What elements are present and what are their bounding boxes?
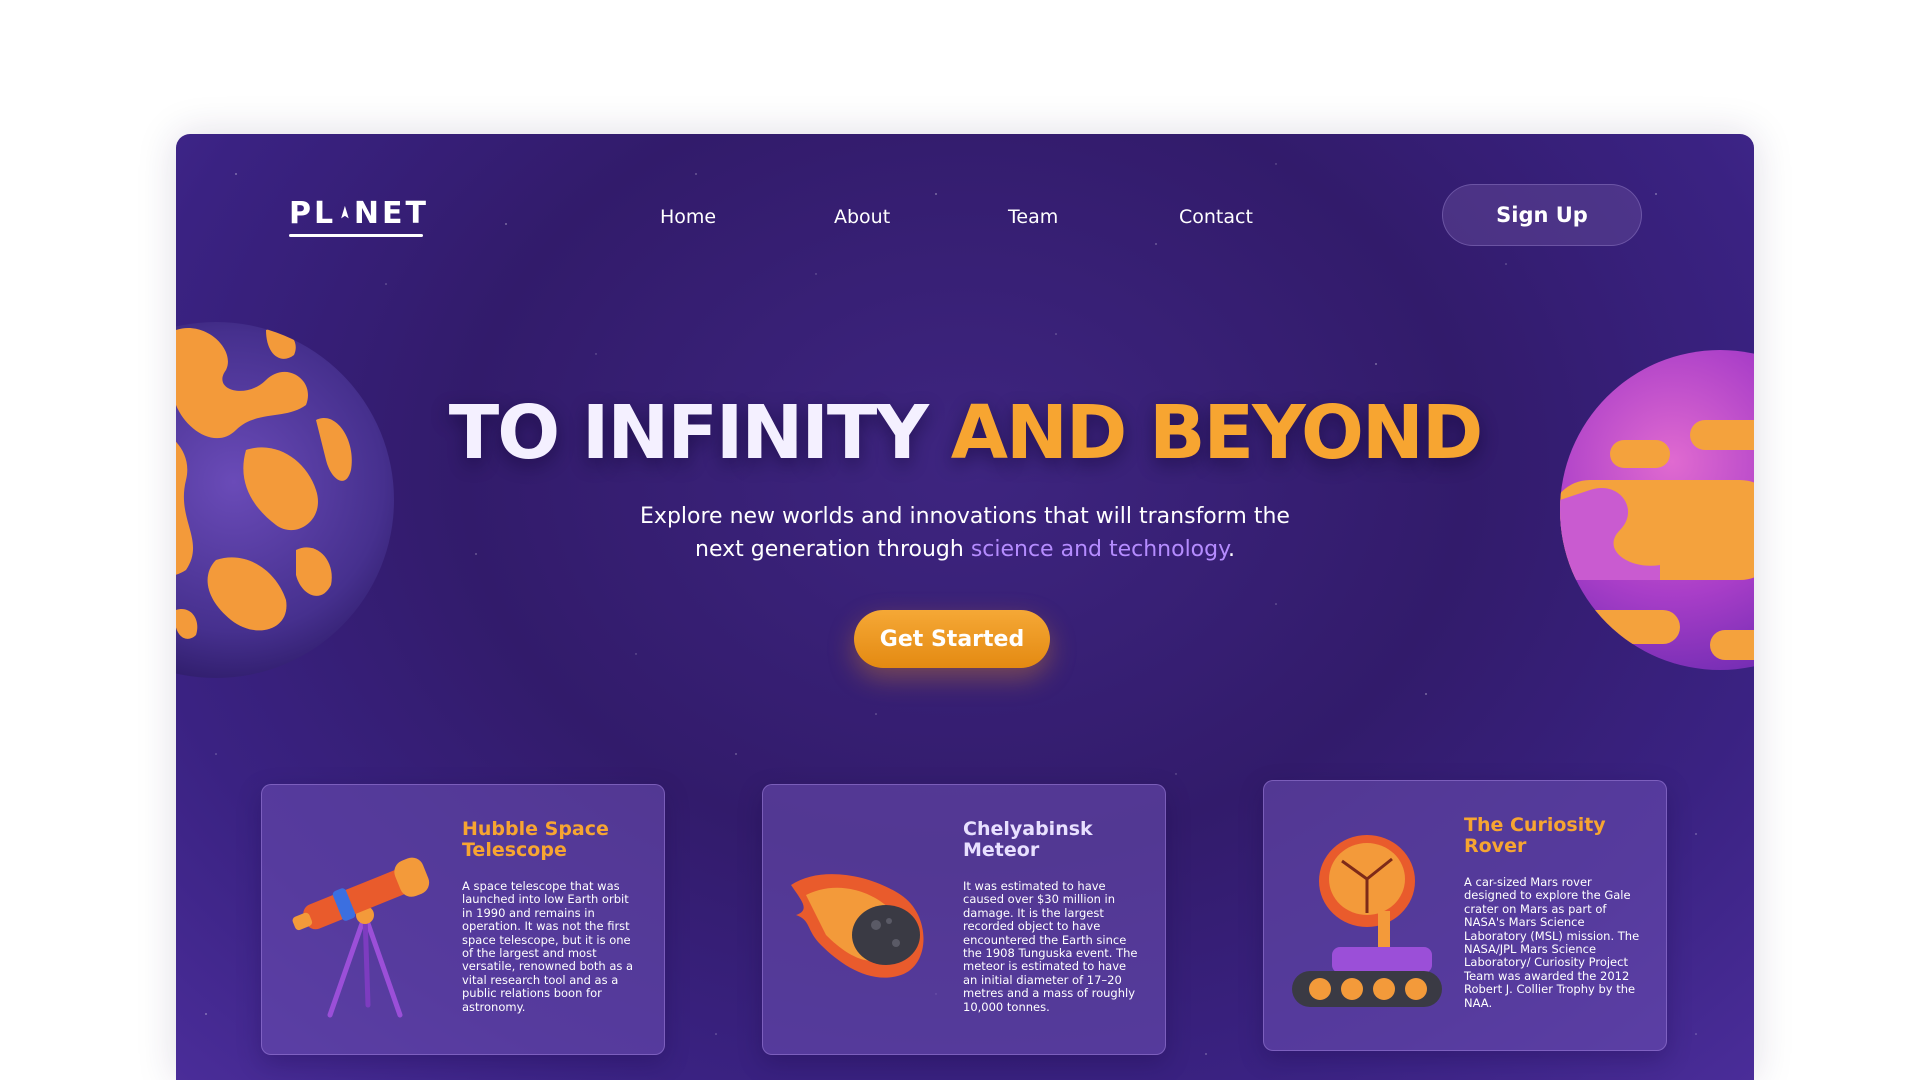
rocket-icon xyxy=(341,205,349,219)
nav-contact[interactable]: Contact xyxy=(1179,206,1253,228)
sign-up-button[interactable]: Sign Up xyxy=(1442,184,1642,246)
logo-text-left: PL xyxy=(289,196,337,231)
card-description: It was estimated to have caused over $30… xyxy=(963,879,1138,1014)
card-curiosity[interactable]: The Curiosity Rover A car-sized Mars rov… xyxy=(1263,780,1667,1051)
card-description: A car-sized Mars rover designed to explo… xyxy=(1464,875,1640,1010)
hero-subtitle: Explore new worlds and innovations that … xyxy=(565,500,1365,566)
card-title: The Curiosity Rover xyxy=(1464,814,1606,857)
hero-subtitle-line2: next generation through xyxy=(695,537,971,562)
nav-home[interactable]: Home xyxy=(660,206,834,228)
hero-title-white: TO INFINITY xyxy=(448,390,951,476)
hero-title: TO INFINITY AND BEYOND xyxy=(176,390,1754,476)
hero-subtitle-end: . xyxy=(1228,537,1235,562)
nav-team[interactable]: Team xyxy=(1008,206,1179,228)
get-started-button[interactable]: Get Started xyxy=(854,610,1050,668)
card-hubble[interactable]: Hubble Space Telescope A space telescope… xyxy=(261,784,665,1055)
card-description: A space telescope that was launched into… xyxy=(462,879,634,1014)
planet-logo[interactable]: PL NET xyxy=(289,198,429,238)
logo-underline xyxy=(289,234,423,237)
nav-about[interactable]: About xyxy=(834,206,1008,228)
card-title: Hubble Space Telescope xyxy=(462,818,609,861)
rover-icon xyxy=(1292,835,1442,1007)
card-chelyabinsk[interactable]: Chelyabinsk Meteor It was estimated to h… xyxy=(762,784,1166,1055)
logo-text-right: NET xyxy=(353,196,429,231)
page-frame: PL NET Home About Team Contact Sign Up T… xyxy=(176,134,1754,1080)
telescope-icon xyxy=(292,857,430,1018)
card-title: Chelyabinsk Meteor xyxy=(963,818,1093,861)
right-planet-image xyxy=(1560,350,1754,670)
meteor-icon xyxy=(791,874,924,978)
hero-subtitle-line1: Explore new worlds and innovations that … xyxy=(640,504,1290,529)
hero-title-orange: AND BEYOND xyxy=(950,390,1484,476)
left-planet-image xyxy=(176,322,394,678)
hero-subtitle-highlight: science and technology xyxy=(970,537,1228,562)
main-nav: Home About Team Contact xyxy=(660,206,1253,228)
